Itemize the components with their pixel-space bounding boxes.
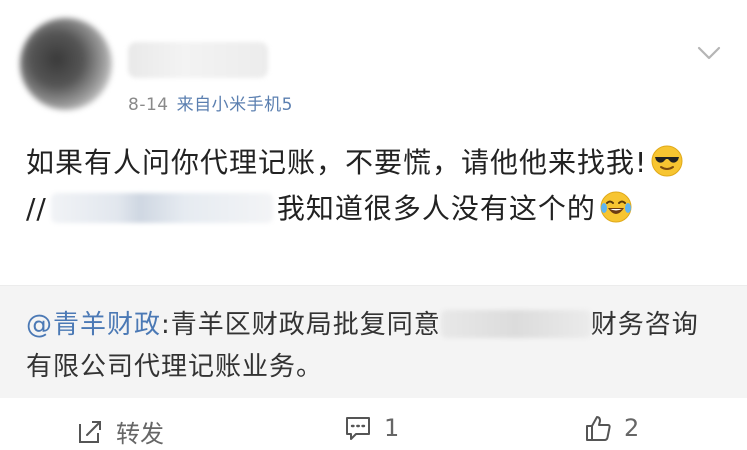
like-button[interactable]: 2 — [584, 414, 639, 442]
weibo-post: 8-14 来自小米手机5 如果有人问你代理记账，不要慌，请他他来找我! // 我知道… — [0, 0, 747, 450]
post-text-part1: 如果有人问你代理记账，不要慌，请他他来找我! — [26, 146, 648, 179]
repost-icon — [79, 420, 101, 443]
post-date: 8-14 — [128, 95, 169, 115]
laughing-tears-emoji-icon — [600, 191, 632, 223]
comment-button[interactable]: 1 — [344, 414, 399, 442]
post-content: 如果有人问你代理记账，不要慌，请他他来找我! // 我知道很多人没有这个的 — [26, 140, 716, 232]
repost-mention[interactable]: @青羊财政 — [26, 310, 161, 340]
action-bar: 转发 1 2 — [0, 400, 747, 450]
repost-button[interactable]: 转发 — [76, 414, 164, 449]
post-source[interactable]: 来自小米手机5 — [177, 95, 293, 115]
repost-label: 转发 — [116, 420, 164, 448]
repost-text: @青羊财政:青羊区财政局批复同意 财务咨询有限公司代理记账业务。 — [26, 304, 716, 388]
sunglasses-emoji-icon — [651, 145, 683, 177]
avatar[interactable] — [20, 18, 112, 110]
repost-box[interactable]: @青羊财政:青羊区财政局批复同意 财务咨询有限公司代理记账业务。 — [0, 285, 747, 398]
comment-count: 1 — [384, 414, 400, 442]
repost-blurred-name — [440, 310, 591, 338]
like-count: 2 — [624, 414, 640, 442]
comment-icon — [346, 417, 370, 440]
post-meta: 8-14 来自小米手机5 — [128, 90, 293, 115]
thumbs-up-icon — [586, 416, 611, 441]
post-text-part2: // — [26, 192, 47, 225]
username-blurred[interactable] — [128, 42, 268, 78]
repost-text-before: :青羊区财政局批复同意 — [161, 310, 441, 340]
mention-blurred[interactable] — [50, 193, 273, 223]
post-text-part3: 我知道很多人没有这个的 — [276, 192, 596, 225]
chevron-down-icon[interactable] — [696, 40, 722, 66]
